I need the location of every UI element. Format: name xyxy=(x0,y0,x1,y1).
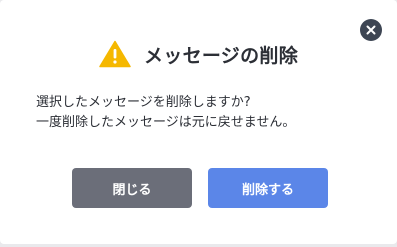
dialog-message: 選択したメッセージを削除しますか? 一度削除したメッセージは元に戻せません。 xyxy=(36,93,376,133)
warning-triangle-icon xyxy=(99,40,131,68)
dialog-title: メッセージの削除 xyxy=(143,44,299,67)
close-icon xyxy=(366,25,376,35)
message-line-1: 選択したメッセージを削除しますか? xyxy=(36,95,251,110)
delete-message-dialog: メッセージの削除 選択したメッセージを削除しますか? 一度削除したメッセージは元… xyxy=(0,0,397,244)
message-line-2: 一度削除したメッセージは元に戻せません。 xyxy=(36,115,296,130)
cancel-button[interactable]: 閉じる xyxy=(72,168,192,208)
confirm-delete-button[interactable]: 削除する xyxy=(208,168,328,208)
dialog-header: メッセージの削除 xyxy=(0,38,397,70)
